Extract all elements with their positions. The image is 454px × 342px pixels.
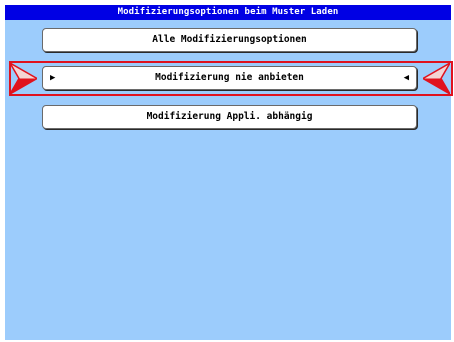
option-never-offer-button[interactable]: ▶ Modifizierung nie anbieten ◀ — [42, 66, 417, 90]
option-label: Modifizierung nie anbieten — [155, 72, 304, 83]
option-label: Modifizierung Appli. abhängig — [146, 111, 313, 122]
screen-title: Modifizierungsoptionen beim Muster Laden — [5, 5, 451, 20]
selection-pointer-right-icon — [423, 63, 450, 94]
option-screen: Modifizierungsoptionen beim Muster Laden… — [5, 5, 453, 340]
option-application-dependent-button[interactable]: Modifizierung Appli. abhängig — [42, 105, 417, 129]
selected-arrow-left-icon: ◀ — [403, 73, 409, 83]
option-all-modifications-button[interactable]: Alle Modifizierungsoptionen — [42, 28, 417, 52]
selection-pointer-left-icon — [10, 63, 37, 94]
option-label: Alle Modifizierungsoptionen — [152, 34, 307, 45]
